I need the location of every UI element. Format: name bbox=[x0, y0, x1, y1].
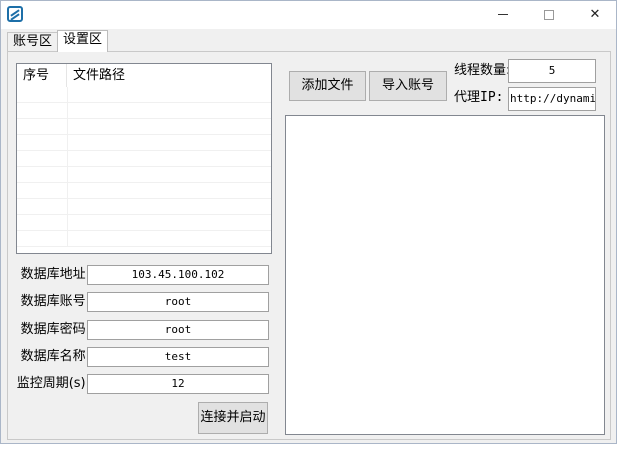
connect-start-button[interactable]: 连接并启动 bbox=[198, 402, 268, 434]
file-list-header: 序号 文件路径 bbox=[17, 64, 271, 87]
close-icon: ✕ bbox=[589, 7, 601, 22]
settings-panel: 序号 文件路径 数据库地址: 103.45.100.102 数据库账号: roo… bbox=[7, 51, 611, 440]
app-window: ✕ 账号区 设置区 序号 文件路径 数据库地址: 103.45.100.102 … bbox=[0, 0, 617, 444]
log-output[interactable] bbox=[285, 115, 605, 435]
title-bar: ✕ bbox=[1, 1, 616, 29]
list-item bbox=[17, 103, 271, 119]
tab-settings[interactable]: 设置区 bbox=[57, 30, 109, 52]
column-file-path[interactable]: 文件路径 bbox=[67, 64, 271, 87]
file-list[interactable]: 序号 文件路径 bbox=[16, 63, 272, 254]
maximize-icon bbox=[544, 9, 554, 20]
monitor-period-field[interactable]: 12 bbox=[87, 374, 269, 394]
list-item bbox=[17, 199, 271, 215]
db-password-label: 数据库密码: bbox=[20, 322, 90, 337]
proxy-ip-label: 代理IP: bbox=[454, 90, 504, 105]
list-item bbox=[17, 119, 271, 135]
maximize-button[interactable] bbox=[526, 1, 572, 29]
import-account-button[interactable]: 导入账号 bbox=[369, 71, 447, 101]
db-address-label: 数据库地址: bbox=[20, 267, 90, 282]
db-account-label: 数据库账号: bbox=[20, 294, 90, 309]
list-item bbox=[17, 183, 271, 199]
thread-count-field[interactable]: 5 bbox=[508, 59, 596, 83]
close-button[interactable]: ✕ bbox=[572, 1, 618, 29]
minimize-icon bbox=[498, 14, 508, 15]
db-account-field[interactable]: root bbox=[87, 292, 269, 312]
list-item bbox=[17, 167, 271, 183]
list-item bbox=[17, 135, 271, 151]
app-icon bbox=[7, 6, 23, 22]
list-item bbox=[17, 87, 271, 103]
minimize-button[interactable] bbox=[480, 1, 526, 29]
tab-accounts[interactable]: 账号区 bbox=[7, 32, 59, 52]
file-list-rows bbox=[17, 87, 271, 247]
db-name-label: 数据库名称: bbox=[20, 349, 90, 364]
add-file-button[interactable]: 添加文件 bbox=[289, 71, 366, 101]
db-address-field[interactable]: 103.45.100.102 bbox=[87, 265, 269, 285]
tab-strip: 账号区 设置区 bbox=[7, 30, 607, 52]
db-name-field[interactable]: test bbox=[87, 347, 269, 367]
thread-count-label: 线程数量: bbox=[454, 63, 511, 78]
list-item bbox=[17, 215, 271, 231]
list-item bbox=[17, 151, 271, 167]
db-password-field[interactable]: root bbox=[87, 320, 269, 340]
list-item bbox=[17, 231, 271, 247]
column-index[interactable]: 序号 bbox=[17, 64, 67, 87]
monitor-period-label: 监控周期(s): bbox=[16, 376, 90, 391]
proxy-ip-field[interactable]: http://dynamic. bbox=[508, 87, 596, 111]
